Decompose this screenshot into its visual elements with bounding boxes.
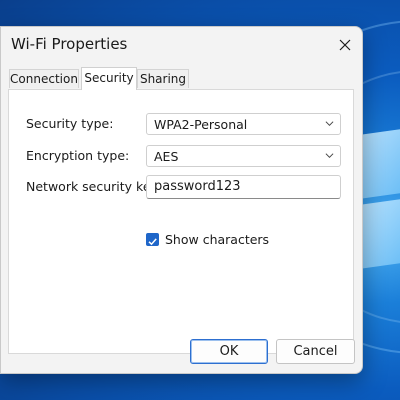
encryption-type-label: Encryption type: <box>26 148 130 163</box>
ok-button[interactable]: OK <box>190 339 268 364</box>
tab-sharing[interactable]: Sharing <box>137 69 189 88</box>
security-type-dropdown[interactable]: WPA2-Personal <box>146 113 341 135</box>
cancel-button[interactable]: Cancel <box>276 339 355 364</box>
network-security-key-label: Network security key: <box>26 179 162 194</box>
checkmark-icon <box>148 238 157 246</box>
show-characters-label: Show characters <box>165 232 270 247</box>
tab-strip: Connection Security Sharing <box>9 67 355 90</box>
tab-connection[interactable]: Connection <box>9 69 79 88</box>
chevron-down-icon <box>325 153 334 159</box>
close-button[interactable] <box>331 31 359 59</box>
encryption-type-value: AES <box>154 149 179 164</box>
security-type-value: WPA2-Personal <box>154 117 248 132</box>
show-characters-option[interactable]: Show characters <box>146 232 276 250</box>
wifi-properties-dialog: Wi-Fi Properties Connection Security Sha… <box>0 26 363 374</box>
dialog-title: Wi-Fi Properties <box>11 35 128 53</box>
close-icon <box>339 39 351 51</box>
network-security-key-input[interactable]: password123 <box>146 175 341 199</box>
title-bar: Wi-Fi Properties <box>1 27 362 63</box>
tab-security[interactable]: Security <box>81 67 137 90</box>
encryption-type-dropdown[interactable]: AES <box>146 145 341 167</box>
security-panel: Security type: WPA2-Personal Encryption … <box>8 89 354 354</box>
security-type-label: Security type: <box>26 116 114 131</box>
chevron-down-icon <box>325 121 334 127</box>
show-characters-checkbox[interactable] <box>146 233 159 246</box>
network-security-key-value: password123 <box>154 179 241 194</box>
